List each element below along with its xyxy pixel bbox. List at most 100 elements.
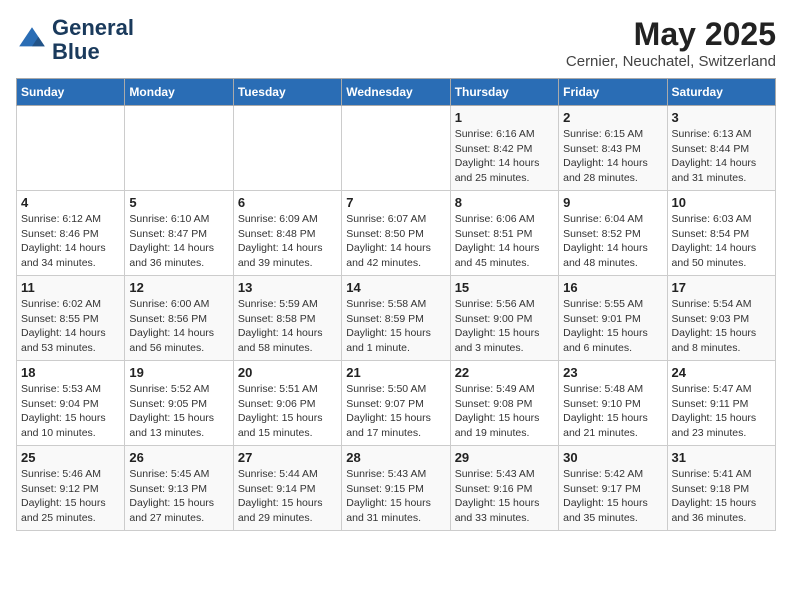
day-number: 7	[346, 195, 445, 210]
day-info: Sunrise: 5:41 AM Sunset: 9:18 PM Dayligh…	[672, 467, 771, 526]
day-number: 5	[129, 195, 228, 210]
day-number: 30	[563, 450, 662, 465]
day-info: Sunrise: 5:53 AM Sunset: 9:04 PM Dayligh…	[21, 382, 120, 441]
day-info: Sunrise: 5:42 AM Sunset: 9:17 PM Dayligh…	[563, 467, 662, 526]
day-number: 17	[672, 280, 771, 295]
day-info: Sunrise: 5:59 AM Sunset: 8:58 PM Dayligh…	[238, 297, 337, 356]
day-info: Sunrise: 6:04 AM Sunset: 8:52 PM Dayligh…	[563, 212, 662, 271]
calendar-cell: 6 Sunrise: 6:09 AM Sunset: 8:48 PM Daylig…	[233, 191, 341, 276]
day-number: 2	[563, 110, 662, 125]
day-number: 25	[21, 450, 120, 465]
header-friday: Friday	[559, 79, 667, 106]
day-number: 31	[672, 450, 771, 465]
day-info: Sunrise: 5:56 AM Sunset: 9:00 PM Dayligh…	[455, 297, 554, 356]
day-info: Sunrise: 5:45 AM Sunset: 9:13 PM Dayligh…	[129, 467, 228, 526]
calendar-cell: 21 Sunrise: 5:50 AM Sunset: 9:07 PM Dayli…	[342, 361, 450, 446]
calendar-cell: 4 Sunrise: 6:12 AM Sunset: 8:46 PM Daylig…	[17, 191, 125, 276]
day-info: Sunrise: 5:46 AM Sunset: 9:12 PM Dayligh…	[21, 467, 120, 526]
week-row-1: 1Sunrise: 6:16 AM Sunset: 8:42 PM Daylig…	[17, 106, 776, 191]
calendar-cell: 2 Sunrise: 6:15 AM Sunset: 8:43 PM Daylig…	[559, 106, 667, 191]
calendar-cell: 14 Sunrise: 5:58 AM Sunset: 8:59 PM Dayli…	[342, 276, 450, 361]
header-monday: Monday	[125, 79, 233, 106]
calendar-cell: 13Sunrise: 5:59 AM Sunset: 8:58 PM Dayli…	[233, 276, 341, 361]
calendar-cell: 15 Sunrise: 5:56 AM Sunset: 9:00 PM Dayli…	[450, 276, 558, 361]
day-number: 12	[129, 280, 228, 295]
calendar-subtitle: Cernier, Neuchatel, Switzerland	[566, 53, 776, 70]
day-number: 21	[346, 365, 445, 380]
calendar-cell: 16 Sunrise: 5:55 AM Sunset: 9:01 PM Dayli…	[559, 276, 667, 361]
week-row-3: 11 Sunrise: 6:02 AM Sunset: 8:55 PM Dayli…	[17, 276, 776, 361]
page-header: General Blue May 2025 Cernier, Neuchatel…	[16, 16, 776, 70]
day-info: Sunrise: 6:00 AM Sunset: 8:56 PM Dayligh…	[129, 297, 228, 356]
day-info: Sunrise: 6:03 AM Sunset: 8:54 PM Dayligh…	[672, 212, 771, 271]
day-info: Sunrise: 5:43 AM Sunset: 9:16 PM Dayligh…	[455, 467, 554, 526]
calendar-cell: 5 Sunrise: 6:10 AM Sunset: 8:47 PM Daylig…	[125, 191, 233, 276]
day-info: Sunrise: 5:54 AM Sunset: 9:03 PM Dayligh…	[672, 297, 771, 356]
calendar-cell: 31 Sunrise: 5:41 AM Sunset: 9:18 PM Dayli…	[667, 446, 775, 531]
header-thursday: Thursday	[450, 79, 558, 106]
day-number: 26	[129, 450, 228, 465]
day-number: 23	[563, 365, 662, 380]
calendar-cell: 12 Sunrise: 6:00 AM Sunset: 8:56 PM Dayli…	[125, 276, 233, 361]
day-info: Sunrise: 5:55 AM Sunset: 9:01 PM Dayligh…	[563, 297, 662, 356]
day-info: Sunrise: 5:48 AM Sunset: 9:10 PM Dayligh…	[563, 382, 662, 441]
day-info: Sunrise: 5:58 AM Sunset: 8:59 PM Dayligh…	[346, 297, 445, 356]
day-number: 15	[455, 280, 554, 295]
header-wednesday: Wednesday	[342, 79, 450, 106]
day-info: Sunrise: 5:52 AM Sunset: 9:05 PM Dayligh…	[129, 382, 228, 441]
day-info: Sunrise: 6:06 AM Sunset: 8:51 PM Dayligh…	[455, 212, 554, 271]
day-info: Sunrise: 5:49 AM Sunset: 9:08 PM Dayligh…	[455, 382, 554, 441]
calendar-cell: 11 Sunrise: 6:02 AM Sunset: 8:55 PM Dayli…	[17, 276, 125, 361]
calendar-cell: 29 Sunrise: 5:43 AM Sunset: 9:16 PM Dayli…	[450, 446, 558, 531]
header-tuesday: Tuesday	[233, 79, 341, 106]
day-info: Sunrise: 5:47 AM Sunset: 9:11 PM Dayligh…	[672, 382, 771, 441]
calendar-cell: 9 Sunrise: 6:04 AM Sunset: 8:52 PM Daylig…	[559, 191, 667, 276]
calendar-cell	[125, 106, 233, 191]
calendar-cell: 19 Sunrise: 5:52 AM Sunset: 9:05 PM Dayli…	[125, 361, 233, 446]
calendar-cell: 20Sunrise: 5:51 AM Sunset: 9:06 PM Dayli…	[233, 361, 341, 446]
day-number: 22	[455, 365, 554, 380]
calendar-cell: 8 Sunrise: 6:06 AM Sunset: 8:51 PM Daylig…	[450, 191, 558, 276]
calendar-title: May 2025	[566, 16, 776, 53]
calendar-cell	[342, 106, 450, 191]
day-info: Sunrise: 6:07 AM Sunset: 8:50 PM Dayligh…	[346, 212, 445, 271]
calendar-cell: 1Sunrise: 6:16 AM Sunset: 8:42 PM Daylig…	[450, 106, 558, 191]
day-info: Sunrise: 5:43 AM Sunset: 9:15 PM Dayligh…	[346, 467, 445, 526]
calendar-cell: 28Sunrise: 5:43 AM Sunset: 9:15 PM Dayli…	[342, 446, 450, 531]
day-number: 14	[346, 280, 445, 295]
day-info: Sunrise: 5:44 AM Sunset: 9:14 PM Dayligh…	[238, 467, 337, 526]
day-info: Sunrise: 6:10 AM Sunset: 8:47 PM Dayligh…	[129, 212, 228, 271]
calendar-cell: 22 Sunrise: 5:49 AM Sunset: 9:08 PM Dayli…	[450, 361, 558, 446]
calendar-cell: 17 Sunrise: 5:54 AM Sunset: 9:03 PM Dayli…	[667, 276, 775, 361]
day-info: Sunrise: 5:50 AM Sunset: 9:07 PM Dayligh…	[346, 382, 445, 441]
day-info: Sunrise: 6:02 AM Sunset: 8:55 PM Dayligh…	[21, 297, 120, 356]
calendar-header-row: SundayMondayTuesdayWednesdayThursdayFrid…	[17, 79, 776, 106]
week-row-4: 18 Sunrise: 5:53 AM Sunset: 9:04 PM Dayli…	[17, 361, 776, 446]
day-number: 24	[672, 365, 771, 380]
logo: General Blue	[16, 16, 134, 64]
calendar-cell: 7 Sunrise: 6:07 AM Sunset: 8:50 PM Daylig…	[342, 191, 450, 276]
day-number: 4	[21, 195, 120, 210]
calendar-cell: 24 Sunrise: 5:47 AM Sunset: 9:11 PM Dayli…	[667, 361, 775, 446]
week-row-5: 25 Sunrise: 5:46 AM Sunset: 9:12 PM Dayli…	[17, 446, 776, 531]
calendar-cell: 25 Sunrise: 5:46 AM Sunset: 9:12 PM Dayli…	[17, 446, 125, 531]
calendar-cell: 10Sunrise: 6:03 AM Sunset: 8:54 PM Dayli…	[667, 191, 775, 276]
day-info: Sunrise: 6:15 AM Sunset: 8:43 PM Dayligh…	[563, 127, 662, 186]
day-info: Sunrise: 6:16 AM Sunset: 8:42 PM Dayligh…	[455, 127, 554, 186]
day-number: 11	[21, 280, 120, 295]
calendar-cell: 26 Sunrise: 5:45 AM Sunset: 9:13 PM Dayli…	[125, 446, 233, 531]
calendar-table: SundayMondayTuesdayWednesdayThursdayFrid…	[16, 78, 776, 531]
day-number: 9	[563, 195, 662, 210]
day-number: 8	[455, 195, 554, 210]
logo-icon	[16, 24, 48, 56]
day-number: 16	[563, 280, 662, 295]
calendar-cell	[17, 106, 125, 191]
day-number: 3	[672, 110, 771, 125]
day-number: 18	[21, 365, 120, 380]
day-number: 29	[455, 450, 554, 465]
header-sunday: Sunday	[17, 79, 125, 106]
day-number: 19	[129, 365, 228, 380]
day-info: Sunrise: 6:12 AM Sunset: 8:46 PM Dayligh…	[21, 212, 120, 271]
day-info: Sunrise: 6:09 AM Sunset: 8:48 PM Dayligh…	[238, 212, 337, 271]
day-number: 6	[238, 195, 337, 210]
